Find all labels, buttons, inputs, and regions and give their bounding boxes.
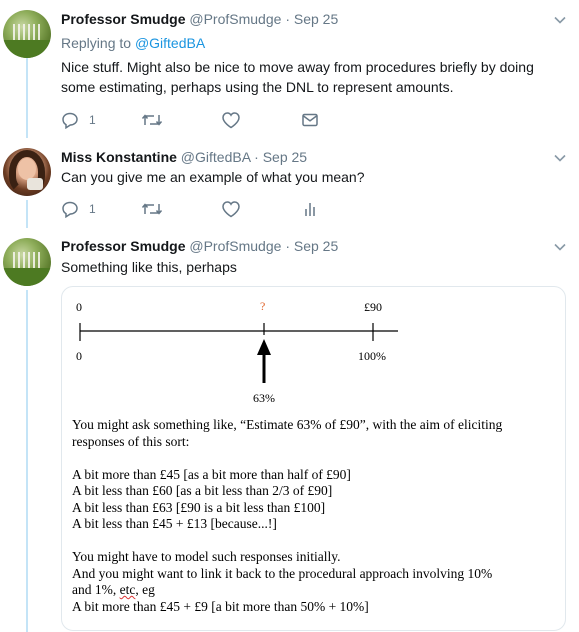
tweet-actions: 1: [61, 199, 361, 219]
text-line: some estimating, perhaps using the DNL t…: [61, 79, 454, 95]
user-handle[interactable]: @ProfSmudge: [189, 238, 281, 254]
tweet-header: Professor Smudge @ProfSmudge · Sep 25: [61, 237, 338, 255]
reply-mention-link[interactable]: @GiftedBA: [135, 35, 205, 51]
image-text-line: And you might want to link it back to th…: [72, 565, 493, 581]
arrow-head: [257, 339, 271, 355]
image-text-line: A bit less than £45 + £13 [because...!]: [72, 516, 277, 531]
timestamp[interactable]: Sep 25: [263, 149, 307, 165]
display-name[interactable]: Professor Smudge: [61, 11, 185, 27]
retweet-icon: [141, 200, 163, 218]
display-name[interactable]: Miss Konstantine: [61, 149, 177, 165]
image-text-line: A bit more than £45 [as a bit more than …: [72, 466, 351, 482]
chevron-down-icon[interactable]: [553, 151, 567, 165]
retweet-button[interactable]: [141, 199, 163, 219]
like-icon: [221, 200, 241, 218]
reply-count: 1: [89, 202, 96, 216]
like-icon: [221, 111, 241, 129]
number-line-top-right: £90: [364, 300, 382, 314]
reply-count: 1: [89, 113, 96, 127]
avatar[interactable]: [3, 10, 51, 58]
image-text-block: You might ask something like, “Estimate …: [72, 417, 502, 615]
tweet-header: Miss Konstantine @GiftedBA · Sep 25: [61, 148, 307, 166]
tweet-text: Something like this, perhaps: [61, 257, 561, 277]
tweet-text: Can you give me an example of what you m…: [61, 167, 561, 187]
avatar[interactable]: [3, 238, 51, 286]
etc-spellcheck-word: etc: [119, 582, 136, 597]
image-text-fragment: and 1%,: [72, 582, 120, 597]
display-name[interactable]: Professor Smudge: [61, 238, 185, 254]
number-line: [79, 323, 398, 383]
user-handle[interactable]: @GiftedBA: [181, 149, 250, 165]
reply-icon: [61, 200, 79, 218]
number-line-bottom-left: 0: [76, 349, 82, 363]
image-text-line: You might have to model such responses i…: [72, 549, 341, 564]
replying-to: Replying to @GiftedBA: [61, 35, 205, 51]
analytics-button[interactable]: [301, 199, 319, 219]
avatar[interactable]: [3, 148, 51, 196]
direct-message-button[interactable]: [301, 110, 319, 130]
image-text-line: responses of this sort:: [72, 433, 190, 449]
tweet-actions: 1: [61, 110, 361, 130]
user-handle[interactable]: @ProfSmudge: [189, 11, 281, 27]
reply-icon: [61, 111, 79, 129]
text-line: Nice stuff. Might also be nice to move a…: [61, 59, 534, 75]
tweet[interactable]: Professor Smudge @ProfSmudge · Sep 25 Re…: [0, 0, 579, 140]
chevron-down-icon[interactable]: [553, 13, 567, 27]
separator: ·: [285, 11, 290, 27]
analytics-icon: [301, 200, 319, 218]
retweet-button[interactable]: [141, 110, 163, 130]
image-text-line: A bit less than £60 [as a bit less than …: [72, 483, 333, 498]
number-line-top-left: 0: [76, 300, 82, 314]
dm-icon: [301, 111, 319, 129]
reply-button[interactable]: 1: [61, 110, 96, 130]
text-line: Something like this, perhaps: [61, 259, 237, 275]
reply-button[interactable]: 1: [61, 199, 96, 219]
tweet-text: Nice stuff. Might also be nice to move a…: [61, 57, 561, 97]
image-text-line: A bit less than £63 [£90 is a bit less t…: [72, 499, 326, 515]
tweet-header: Professor Smudge @ProfSmudge · Sep 25: [61, 10, 338, 28]
like-button[interactable]: [221, 199, 241, 219]
number-line-bottom-right: 100%: [358, 349, 386, 363]
tweet[interactable]: Miss Konstantine @GiftedBA · Sep 25 Can …: [0, 140, 579, 230]
separator: ·: [285, 238, 290, 254]
separator: ·: [254, 149, 259, 165]
chevron-down-icon[interactable]: [553, 240, 567, 254]
timestamp[interactable]: Sep 25: [294, 238, 338, 254]
image-text-line: You might ask something like, “Estimate …: [72, 417, 503, 432]
text-line: Can you give me an example of what you m…: [61, 169, 365, 185]
arrow-label: 63%: [253, 391, 275, 405]
image-text-line: A bit more than £45 + £9 [a bit more tha…: [72, 598, 369, 614]
timestamp[interactable]: Sep 25: [294, 11, 338, 27]
retweet-icon: [141, 111, 163, 129]
image-text-line: and 1%, etc, eg: [72, 582, 502, 599]
attached-image[interactable]: 0 ? £90 0 100% 63% You might ask somethi…: [61, 286, 566, 631]
image-text-fragment: , eg: [135, 582, 155, 597]
replying-to-label: Replying to: [61, 35, 135, 51]
like-button[interactable]: [221, 110, 241, 130]
number-line-question-mark: ?: [260, 299, 266, 313]
